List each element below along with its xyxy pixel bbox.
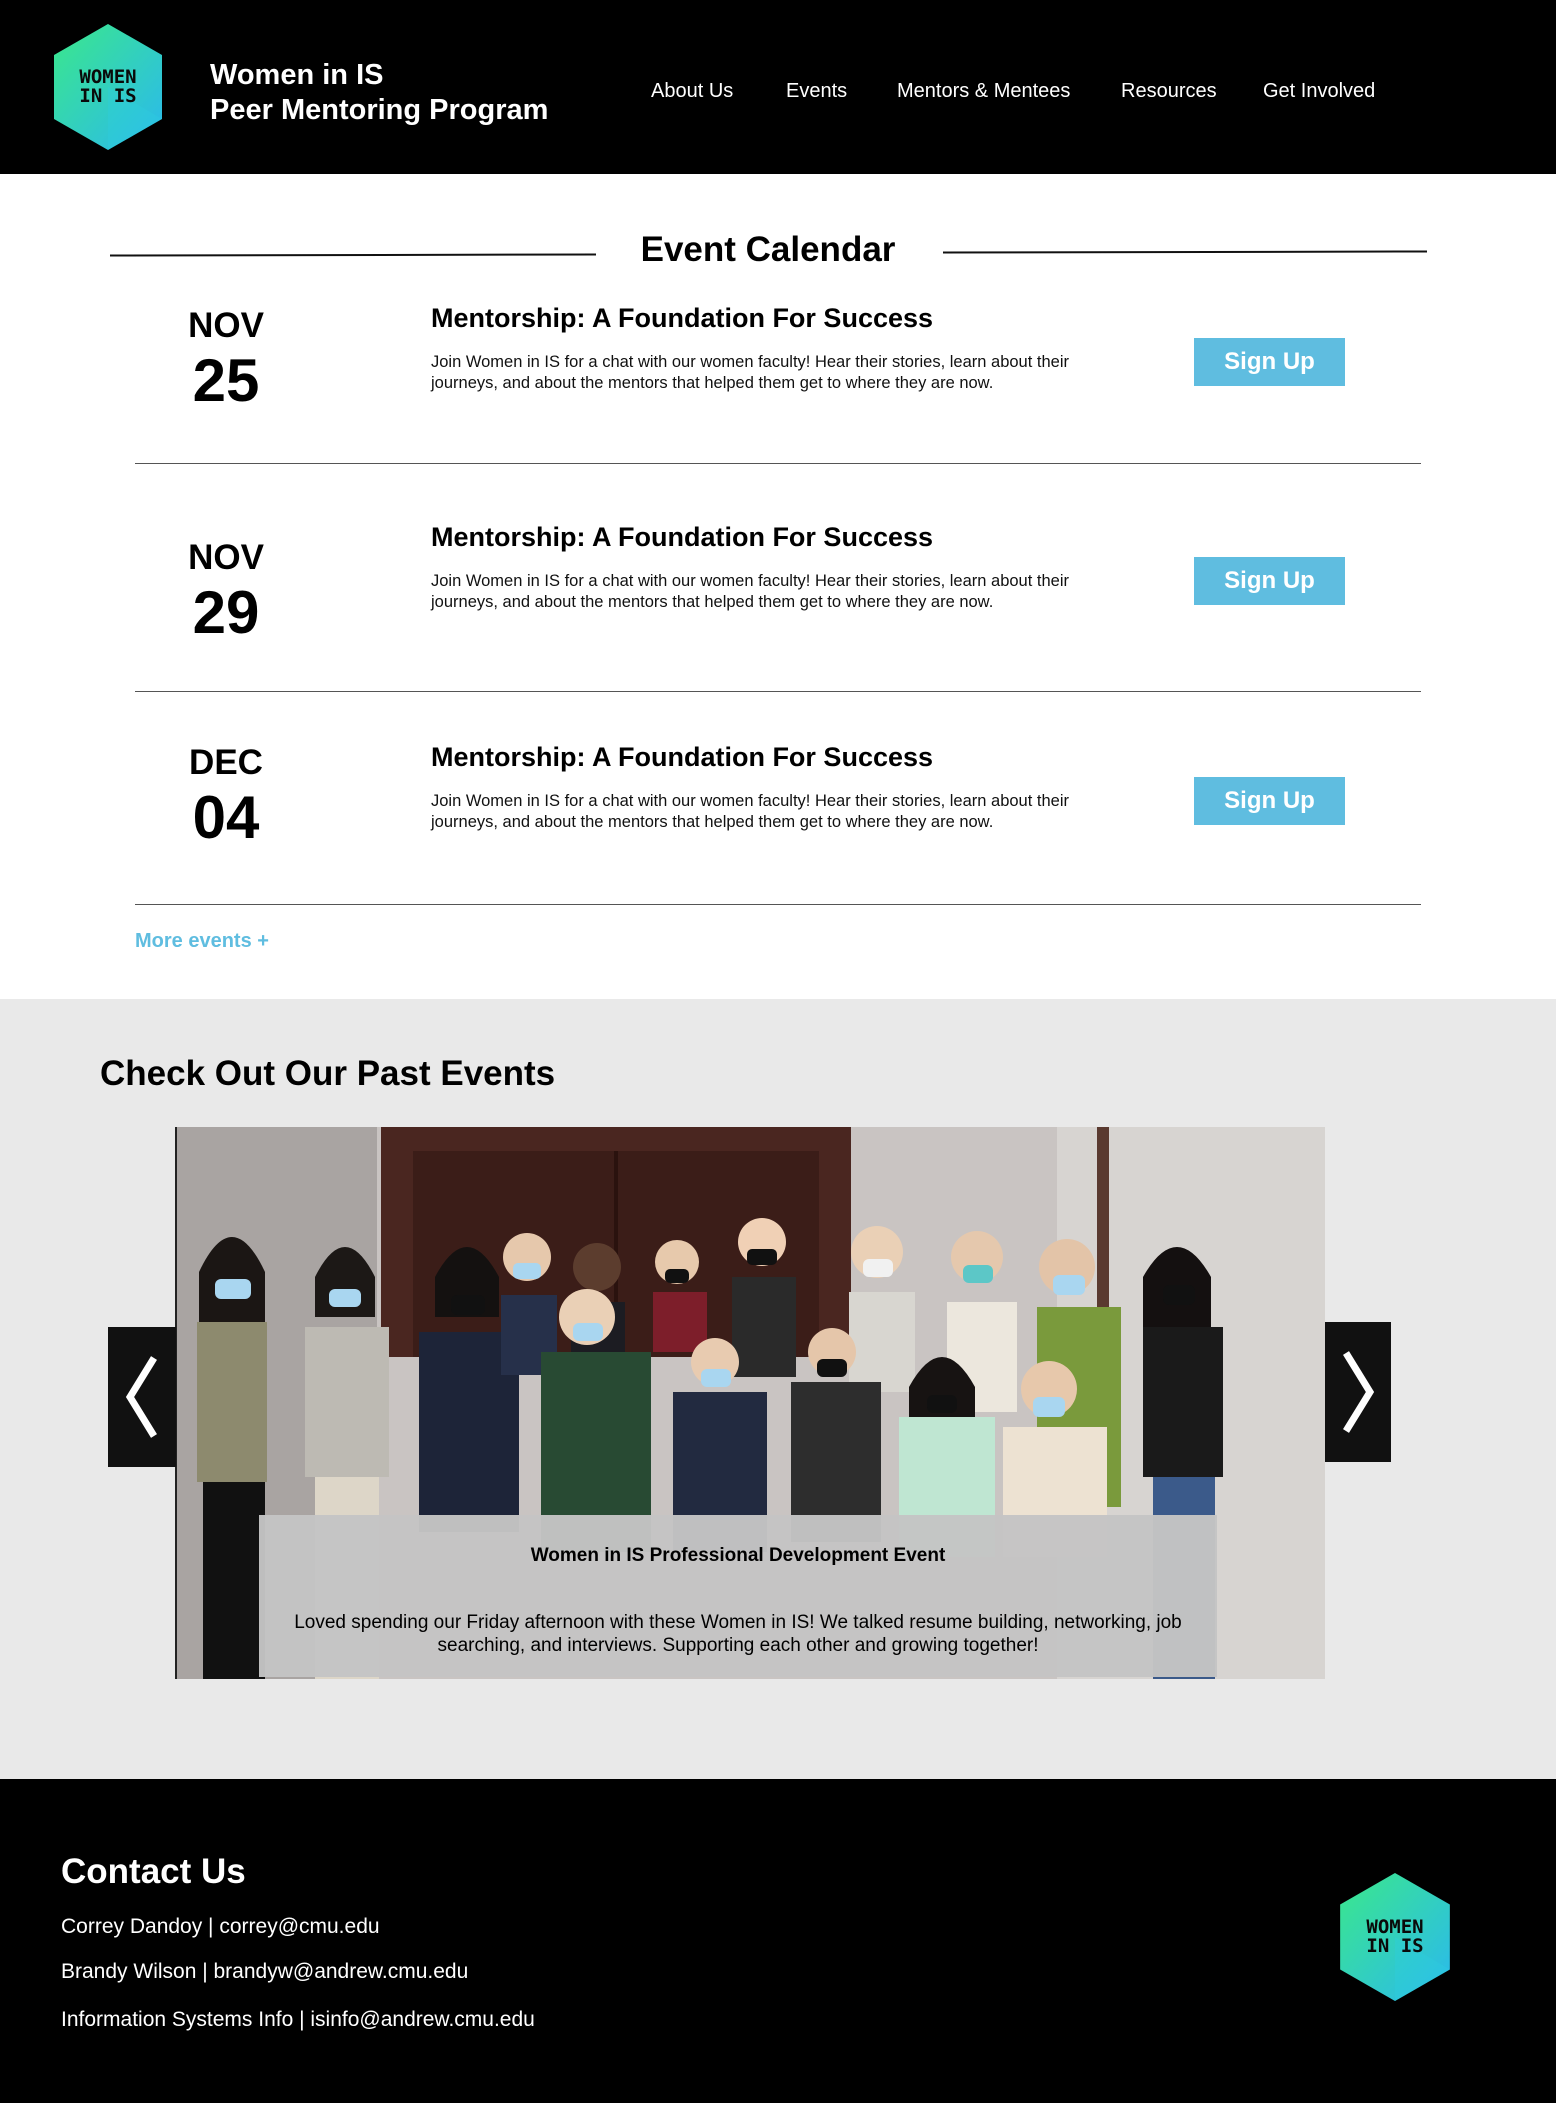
event-description: Join Women in IS for a chat with our wom… <box>431 792 1069 831</box>
event-divider <box>135 463 1421 464</box>
event-month: DEC <box>189 743 263 782</box>
carousel-prev-button[interactable] <box>108 1327 176 1467</box>
event-title[interactable]: Mentorship: A Foundation For Success <box>431 522 933 553</box>
caption-text: Loved spending our Friday afternoon with… <box>294 1612 1182 1656</box>
chevron-left-icon <box>125 1356 157 1438</box>
nav-about-us[interactable]: About Us <box>651 80 733 103</box>
site-header: WOMEN IN IS Women in IS Peer Mentoring P… <box>0 0 1556 174</box>
past-events-section: Check Out Our Past Events Women in IS Pr… <box>0 999 1556 1779</box>
sign-up-button[interactable]: Sign Up <box>1194 777 1345 825</box>
site-footer: Contact Us Correy Dandoy | correy@cmu.ed… <box>0 1779 1556 2103</box>
event-title[interactable]: Mentorship: A Foundation For Success <box>431 742 933 773</box>
contact-is-info[interactable]: Information Systems Info | isinfo@andrew… <box>61 2008 535 2032</box>
sign-up-button[interactable]: Sign Up <box>1194 557 1345 605</box>
more-events-link[interactable]: More events + <box>135 930 269 953</box>
nav-mentors-mentees[interactable]: Mentors & Mentees <box>897 80 1070 103</box>
event-month: NOV <box>188 538 264 577</box>
event-divider <box>135 691 1421 692</box>
carousel-next-button[interactable] <box>1325 1322 1391 1462</box>
event-photo-slide: Women in IS Professional Development Eve… <box>175 1127 1325 1679</box>
nav-get-involved[interactable]: Get Involved <box>1263 80 1375 103</box>
footer-logo[interactable]: WOMEN IN IS <box>1340 1873 1450 2001</box>
event-title[interactable]: Mentorship: A Foundation For Success <box>431 303 933 334</box>
slide-caption: Women in IS Professional Development Eve… <box>259 1515 1217 1677</box>
caption-title: Women in IS Professional Development Eve… <box>530 1545 946 1566</box>
contact-brandy[interactable]: Brandy Wilson | brandyw@andrew.cmu.edu <box>61 1960 468 1984</box>
event-divider <box>135 904 1421 905</box>
event-description: Join Women in IS for a chat with our wom… <box>431 353 1069 392</box>
main-nav: About Us Events Mentors & Mentees Resour… <box>0 80 1556 110</box>
chevron-right-icon <box>1343 1351 1375 1433</box>
logo-text-line2: IN IS <box>1366 1935 1424 1957</box>
sign-up-button[interactable]: Sign Up <box>1194 338 1345 386</box>
event-day: 04 <box>192 784 260 851</box>
contact-title: Contact Us <box>61 1852 246 1891</box>
event-description: Join Women in IS for a chat with our wom… <box>431 572 1069 611</box>
event-day: 25 <box>192 347 260 414</box>
event-day: 29 <box>192 579 260 646</box>
past-events-title: Check Out Our Past Events <box>100 1054 556 1093</box>
contact-correy[interactable]: Correy Dandoy | correy@cmu.edu <box>61 1915 380 1939</box>
nav-events[interactable]: Events <box>786 80 847 103</box>
nav-resources[interactable]: Resources <box>1121 80 1217 103</box>
event-month: NOV <box>188 306 264 345</box>
